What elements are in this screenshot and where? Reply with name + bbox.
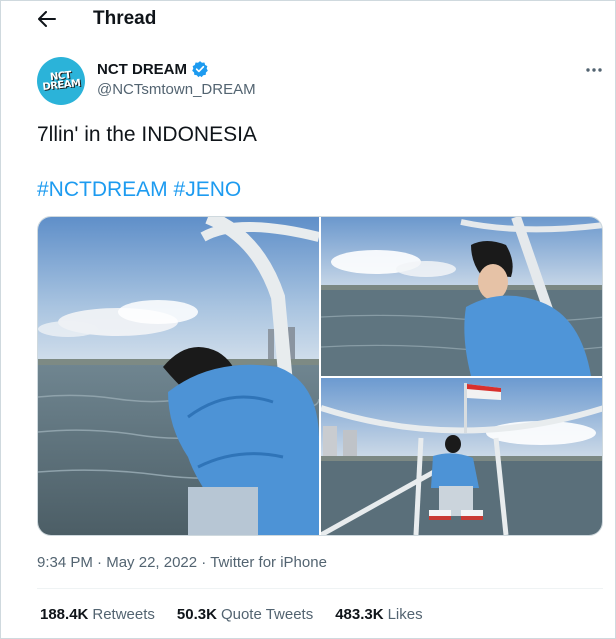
photo-3[interactable] — [321, 378, 602, 535]
author-handle[interactable]: @NCTsmtown_DREAM — [97, 81, 256, 98]
separator-dot: · — [97, 554, 103, 571]
tweet-time: 9:34 PM — [37, 554, 93, 571]
tweet-time-link[interactable]: 9:34 PM · May 22, 2022 — [37, 554, 197, 571]
avatar-logo: NCT DREAM — [41, 69, 81, 93]
likes-count: 483.3K — [335, 606, 384, 623]
likes-stat[interactable]: 483.3K Likes — [335, 606, 422, 623]
likes-label: Likes — [387, 606, 423, 623]
more-horizontal-icon — [586, 68, 602, 72]
hashtag-nctdream[interactable]: #NCTDREAM — [37, 178, 168, 201]
tweet-source-link[interactable]: Twitter for iPhone — [210, 554, 327, 571]
media-grid — [37, 216, 603, 536]
tweet-stats: 188.4K Retweets 50.3K Quote Tweets 483.3… — [40, 606, 445, 623]
tweet-timestamp: 9:34 PM · May 22, 2022 · Twitter for iPh… — [37, 554, 327, 571]
author-name-link[interactable]: NCT DREAM — [97, 60, 209, 78]
retweets-stat[interactable]: 188.4K Retweets — [40, 606, 155, 623]
divider — [37, 588, 603, 589]
photo-1[interactable] — [38, 217, 319, 535]
retweets-label: Retweets — [92, 606, 155, 623]
more-options-button[interactable] — [582, 60, 606, 80]
boat-photo-large — [38, 217, 319, 535]
avatar[interactable]: NCT DREAM — [37, 57, 85, 105]
hashtag-jeno[interactable]: #JENO — [174, 178, 242, 201]
photo-2[interactable] — [321, 217, 602, 376]
tweet-date: May 22, 2022 — [106, 554, 198, 571]
verified-badge-icon — [192, 61, 208, 78]
quote-tweets-stat[interactable]: 50.3K Quote Tweets — [177, 606, 313, 623]
back-button[interactable] — [30, 4, 64, 34]
quote-tweets-count: 50.3K — [176, 606, 217, 623]
quote-tweets-label: Quote Tweets — [220, 606, 314, 623]
arrow-left-icon — [38, 11, 56, 27]
author-name: NCT DREAM — [97, 60, 187, 78]
tweet-text: 7llin' in the INDONESIA — [37, 123, 257, 146]
boat-photo-bottom-right — [321, 378, 602, 535]
thread-header: Thread — [0, 0, 616, 40]
separator-dot: · — [201, 554, 207, 571]
page-title: Thread — [93, 8, 157, 29]
hashtags: #NCTDREAM #JENO — [37, 178, 241, 202]
retweets-count: 188.4K — [40, 606, 89, 623]
boat-photo-top-right — [321, 217, 602, 376]
